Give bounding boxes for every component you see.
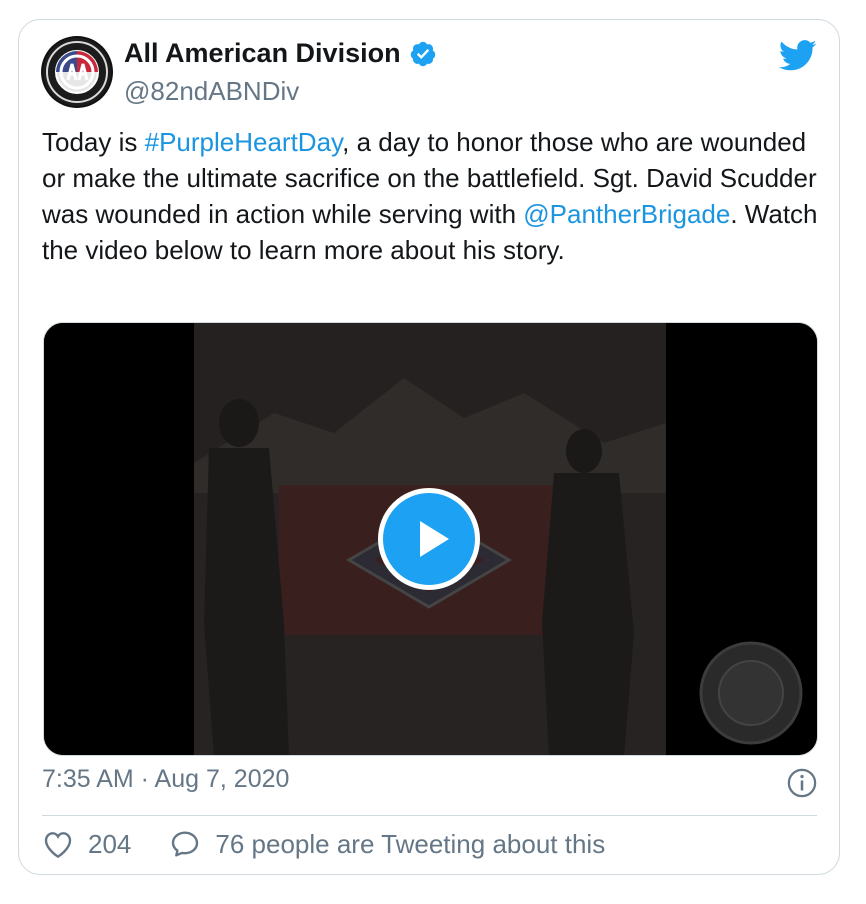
- hashtag-link[interactable]: #PurpleHeartDay: [145, 127, 343, 157]
- heart-icon: [44, 832, 72, 859]
- divider: [42, 815, 817, 816]
- twitter-bird-icon[interactable]: [779, 40, 817, 72]
- verified-badge-icon: [410, 41, 435, 66]
- division-logo-icon: [43, 38, 111, 106]
- like-button[interactable]: 204: [42, 828, 131, 860]
- tweet-card: All American Division @82ndABNDiv Today …: [18, 19, 840, 875]
- author-name-row: All American Division: [124, 38, 437, 69]
- author-handle[interactable]: @82ndABNDiv: [124, 76, 299, 107]
- play-button[interactable]: [378, 488, 480, 590]
- tweet-text-part: Today is: [42, 127, 145, 157]
- tweet-text: Today is #PurpleHeartDay, a day to honor…: [42, 124, 832, 268]
- replies-label: 76 people are Tweeting about this: [215, 828, 606, 859]
- like-count: 204: [88, 828, 132, 859]
- play-icon: [420, 521, 449, 557]
- mention-link[interactable]: @PantherBrigade: [523, 199, 730, 229]
- video-player[interactable]: [43, 322, 818, 756]
- author-name[interactable]: All American Division: [124, 38, 401, 69]
- info-icon[interactable]: [787, 768, 817, 798]
- timestamp[interactable]: 7:35 AM · Aug 7, 2020: [42, 765, 289, 794]
- action-bar: 204 76 people are Tweeting about this: [42, 828, 605, 860]
- reply-button[interactable]: 76 people are Tweeting about this: [169, 828, 605, 860]
- avatar[interactable]: [41, 36, 113, 108]
- speech-bubble-icon: [172, 831, 199, 857]
